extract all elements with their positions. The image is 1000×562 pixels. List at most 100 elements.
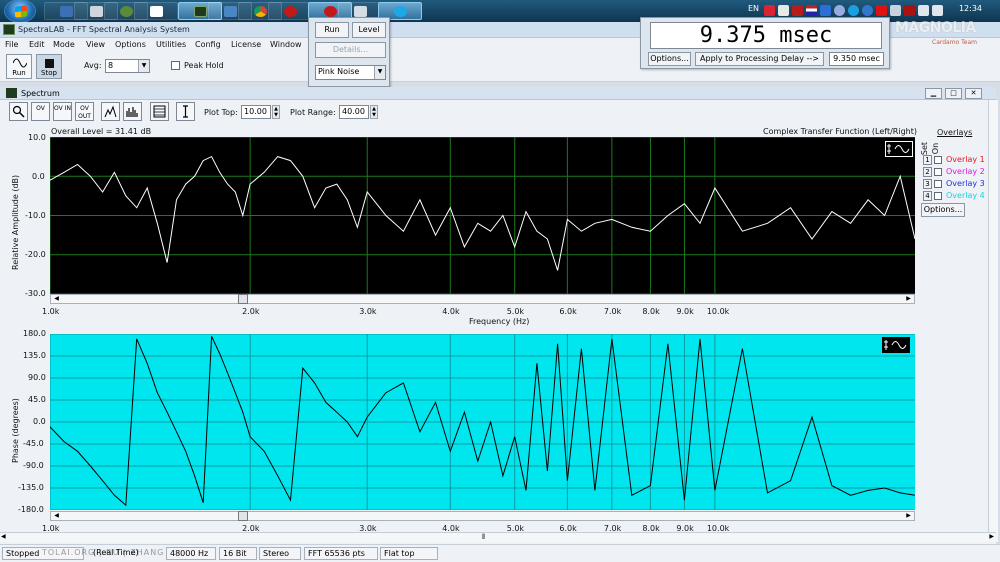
apply-delay-button[interactable]: Apply to Processing Delay --> bbox=[695, 52, 824, 66]
scroll-right-icon[interactable]: ▶ bbox=[989, 533, 994, 540]
overlay-out-button[interactable]: OV OUT bbox=[75, 102, 94, 121]
amplitude-plot[interactable] bbox=[49, 136, 916, 295]
phase-chart bbox=[49, 333, 916, 511]
flag-icon[interactable] bbox=[806, 5, 817, 16]
volume-icon[interactable] bbox=[932, 5, 943, 16]
overlay-checkbox[interactable] bbox=[934, 180, 942, 188]
watermark-team: Cardamo Team bbox=[932, 39, 977, 46]
line-mode-button[interactable] bbox=[101, 102, 120, 121]
avg-select[interactable]: 8 ▼ bbox=[105, 59, 150, 73]
plot-top-input[interactable]: 10.00 bbox=[241, 105, 271, 119]
generator-signal-select[interactable]: Pink Noise ▼ bbox=[315, 65, 386, 80]
spectralab-icon bbox=[194, 6, 207, 17]
overlay-out-icon: OV OUT bbox=[78, 105, 91, 120]
amp-ytick: -30.0 bbox=[25, 289, 46, 298]
taskbar-app-arrow[interactable] bbox=[134, 2, 178, 20]
bar-mode-button[interactable] bbox=[123, 102, 142, 121]
overlay-options-button[interactable]: Options... bbox=[921, 203, 965, 217]
scroll-left-icon[interactable]: ◀ bbox=[1, 533, 6, 540]
menu-view[interactable]: View bbox=[86, 40, 105, 49]
x-tick-label: 5.0k bbox=[506, 307, 525, 316]
overlay-row-3[interactable]: 3 Overlay 3 bbox=[920, 179, 996, 190]
menu-file[interactable]: File bbox=[5, 40, 18, 49]
generator-level-button[interactable]: Level bbox=[352, 22, 386, 38]
tray-icon-8[interactable] bbox=[862, 5, 873, 16]
language-indicator[interactable]: EN bbox=[748, 4, 759, 13]
phase-plot[interactable] bbox=[49, 333, 916, 511]
vertical-scrollbar[interactable] bbox=[988, 100, 998, 542]
overlay-set-button[interactable]: 2 bbox=[923, 167, 932, 177]
horizontal-scrollbar[interactable]: ◀ ⦀ ▶ bbox=[0, 532, 996, 542]
overall-level: Overall Level = 31.41 dB bbox=[51, 127, 152, 136]
overlay-set-button[interactable]: 4 bbox=[923, 191, 932, 201]
generator-run-button[interactable]: Run bbox=[315, 22, 349, 38]
peak-hold-checkbox[interactable] bbox=[171, 61, 180, 70]
network-icon[interactable] bbox=[918, 5, 929, 16]
overlay-row-4[interactable]: 4 Overlay 4 bbox=[920, 191, 996, 202]
scroll-thumb[interactable] bbox=[238, 294, 248, 304]
amplitude-scrollbar[interactable]: ◀ ▶ bbox=[50, 294, 915, 304]
tray-icon-7[interactable] bbox=[848, 5, 859, 16]
tray-icon-11[interactable] bbox=[904, 5, 915, 16]
start-button[interactable] bbox=[4, 0, 36, 23]
overlay-row-1[interactable]: 1 Overlay 1 bbox=[920, 155, 996, 166]
stop-label: Stop bbox=[41, 69, 57, 77]
sweep-icon[interactable] bbox=[885, 141, 913, 157]
menu-options[interactable]: Options bbox=[115, 40, 146, 49]
overlay-row-2[interactable]: 2 Overlay 2 bbox=[920, 167, 996, 178]
overlay-in-button[interactable]: OV IN bbox=[53, 102, 72, 121]
close-button[interactable]: ✕ bbox=[965, 88, 982, 99]
tray-icon-10[interactable] bbox=[890, 5, 901, 16]
tray-icon-5[interactable] bbox=[820, 5, 831, 16]
overlay-set-button[interactable]: 3 bbox=[923, 179, 932, 189]
menu-window[interactable]: Window bbox=[270, 40, 302, 49]
x-tick-label: 7.0k bbox=[603, 307, 622, 316]
table-button[interactable] bbox=[150, 102, 169, 121]
overlay-checkbox[interactable] bbox=[934, 156, 942, 164]
tray-icon-6[interactable] bbox=[834, 5, 845, 16]
generator-details-button[interactable]: Details... bbox=[315, 42, 386, 58]
overlay-checkbox[interactable] bbox=[934, 192, 942, 200]
media-icon bbox=[324, 6, 337, 17]
overlay-button[interactable]: OV bbox=[31, 102, 50, 121]
menu-mode[interactable]: Mode bbox=[53, 40, 75, 49]
bars-icon bbox=[126, 107, 138, 117]
scroll-right-icon[interactable]: ▶ bbox=[904, 512, 913, 520]
menu-edit[interactable]: Edit bbox=[29, 40, 45, 49]
sweep-icon[interactable] bbox=[882, 337, 910, 353]
phase-scrollbar[interactable]: ◀ ▶ bbox=[50, 511, 915, 521]
clock[interactable]: 12:34 bbox=[959, 4, 982, 13]
scroll-thumb[interactable] bbox=[238, 511, 248, 521]
cursor-button[interactable] bbox=[176, 102, 195, 121]
menu-config[interactable]: Config bbox=[195, 40, 221, 49]
overlay-name: Overlay 3 bbox=[946, 179, 985, 188]
overlay-set-button[interactable]: 1 bbox=[923, 155, 932, 165]
x-tick-label: 4.0k bbox=[442, 307, 460, 316]
minimize-button[interactable]: ▁ bbox=[925, 88, 942, 99]
overlay-checkbox[interactable] bbox=[934, 168, 942, 176]
delay-display: 9.375 msec bbox=[650, 22, 882, 49]
scroll-right-icon[interactable]: ▶ bbox=[904, 295, 913, 303]
delay-options-button[interactable]: Options... bbox=[648, 52, 691, 66]
plot-top-stepper[interactable]: ▲ ▼ bbox=[272, 105, 280, 119]
zoom-button[interactable] bbox=[9, 102, 28, 121]
tray-icon-1[interactable] bbox=[764, 5, 775, 16]
scroll-left-icon[interactable]: ◀ bbox=[52, 512, 61, 520]
scroll-left-icon[interactable]: ◀ bbox=[52, 295, 61, 303]
tray-icon-2[interactable] bbox=[778, 5, 789, 16]
menu-license[interactable]: License bbox=[231, 40, 261, 49]
run-button[interactable]: Run bbox=[6, 54, 32, 79]
maximize-button[interactable]: □ bbox=[945, 88, 962, 99]
scroll-grip-icon[interactable]: ⦀ bbox=[482, 533, 485, 542]
phase-ytick: 0.0 bbox=[33, 417, 46, 426]
plot-range-stepper[interactable]: ▲ ▼ bbox=[370, 105, 378, 119]
plot-range-input[interactable]: 40.00 bbox=[339, 105, 369, 119]
tray-icon-3[interactable] bbox=[792, 5, 803, 16]
delay-panel: 9.375 msec Options... Apply to Processin… bbox=[640, 17, 890, 69]
taskbar-app-red[interactable] bbox=[268, 2, 312, 20]
stop-button[interactable]: Stop bbox=[36, 54, 62, 79]
overlay-icon: OV bbox=[36, 105, 45, 112]
amd-icon[interactable] bbox=[876, 5, 887, 16]
menu-utilities[interactable]: Utilities bbox=[156, 40, 186, 49]
x-tick-label: 1.0k bbox=[42, 307, 60, 316]
